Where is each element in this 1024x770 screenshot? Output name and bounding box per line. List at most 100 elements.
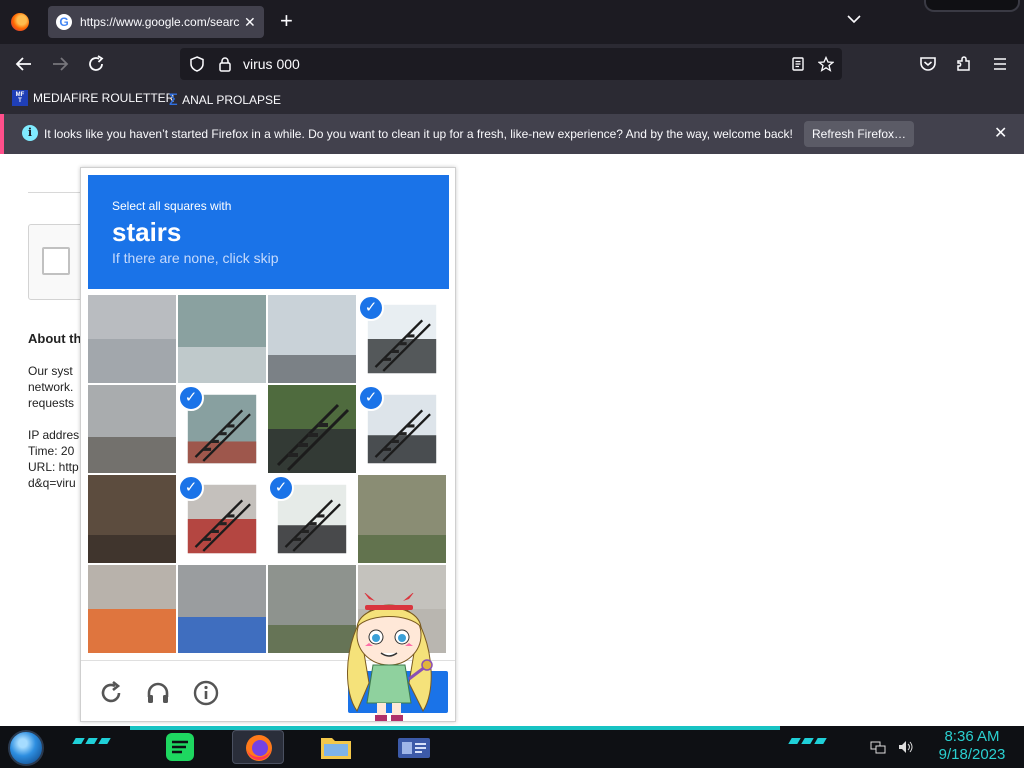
challenge-header: Select all squares with stairs If there … (88, 175, 449, 289)
taskbar-app[interactable] (232, 730, 284, 764)
firefox-icon (246, 735, 272, 761)
taskbar-app[interactable] (310, 730, 362, 764)
captcha-tile[interactable] (88, 385, 176, 473)
recaptcha-widget (28, 224, 88, 300)
bookmarks-toolbar: MF T MEDIAFIRE ROULETTER Σ ANAL PROLAPSE (0, 84, 1024, 114)
firefox-icon[interactable] (11, 13, 29, 31)
tile-image (88, 295, 176, 383)
recaptcha-checkbox[interactable] (42, 247, 70, 275)
body-line: requests (28, 396, 75, 410)
tile-image (88, 475, 176, 563)
bookmark-label: ANAL PROLAPSE (182, 92, 282, 107)
hamburger-menu-icon[interactable] (990, 54, 1010, 74)
tile-image (358, 475, 446, 563)
file-explorer-icon (321, 738, 351, 759)
refresh-notification-bar: i It looks like you haven’t started Fire… (0, 114, 1024, 154)
taskbar-decoration (72, 738, 111, 744)
url-bar[interactable]: virus 000 (180, 48, 842, 80)
star-butterfly-sticker (347, 593, 433, 721)
id-card-icon (398, 738, 430, 758)
tab-strip: G https://www.google.com/search? ✕ + (0, 0, 1024, 44)
about-heading: About th (28, 331, 82, 346)
checkmark-icon: ✓ (358, 385, 384, 411)
new-tab-icon[interactable]: + (280, 9, 293, 33)
forward-arrow-icon[interactable] (50, 54, 70, 74)
refresh-firefox-button[interactable]: Refresh Firefox… (804, 121, 914, 147)
lock-icon[interactable] (217, 56, 233, 72)
window-decoration (924, 0, 1020, 12)
body-line: URL: http (28, 460, 79, 474)
body-line: network. (28, 380, 74, 394)
captcha-tile[interactable] (178, 295, 266, 383)
tile-image (178, 295, 266, 383)
captcha-tile[interactable]: ✓ (358, 295, 446, 383)
spotify-icon (166, 733, 194, 761)
tab-title: https://www.google.com/search? (80, 15, 240, 29)
tile-image (268, 385, 356, 473)
bookmark-star-icon[interactable] (818, 56, 834, 72)
page-body-text: Our syst network. requests IP addres Tim… (28, 363, 79, 491)
google-favicon-icon: G (56, 14, 72, 30)
skip-hint: If there are none, click skip (112, 250, 279, 266)
back-arrow-icon[interactable] (14, 54, 34, 74)
reload-icon[interactable] (97, 679, 125, 707)
taskbar: 8:36 AM 9/18/2023 (0, 726, 1024, 768)
shield-icon[interactable] (189, 56, 205, 72)
volume-icon[interactable] (898, 740, 914, 754)
sigma-icon: Σ (168, 90, 179, 109)
body-line: IP addres (28, 428, 80, 442)
system-tray (870, 740, 914, 754)
bookmark-label: MEDIAFIRE ROULETTER (33, 91, 175, 105)
mediafire-icon: MF T (12, 90, 28, 106)
tile-image (88, 385, 176, 473)
captcha-tile[interactable]: ✓ (268, 475, 356, 563)
checkmark-icon: ✓ (178, 475, 204, 501)
bookmark-mediafire[interactable]: MF T MEDIAFIRE ROULETTER (12, 90, 174, 106)
divider (28, 192, 88, 193)
checkmark-icon: ✓ (268, 475, 294, 501)
target-object: stairs (112, 217, 182, 247)
headphones-icon[interactable] (144, 679, 172, 707)
instruction-text: Select all squares with (112, 199, 232, 213)
tile-image (178, 565, 266, 653)
taskbar-app[interactable] (388, 730, 440, 764)
captcha-tile[interactable]: ✓ (358, 385, 446, 473)
pocket-icon[interactable] (918, 54, 938, 74)
checkmark-icon: ✓ (178, 385, 204, 411)
tile-image (268, 295, 356, 383)
captcha-tile[interactable] (358, 475, 446, 563)
reader-view-icon[interactable] (790, 56, 806, 72)
captcha-tile[interactable] (88, 295, 176, 383)
captcha-tile[interactable]: ✓ (178, 385, 266, 473)
body-line: Our syst (28, 364, 73, 378)
taskbar-decoration (788, 738, 827, 744)
info-icon: i (22, 125, 38, 141)
browser-tab[interactable]: G https://www.google.com/search? ✕ (48, 6, 264, 38)
url-input[interactable]: virus 000 (243, 56, 300, 72)
captcha-tile[interactable] (178, 565, 266, 653)
start-button[interactable] (8, 730, 44, 766)
navigation-toolbar: virus 000 (0, 44, 1024, 84)
network-icon[interactable] (870, 740, 886, 754)
close-icon[interactable]: ✕ (994, 123, 1007, 143)
captcha-tile[interactable] (88, 475, 176, 563)
clock[interactable]: 8:36 AM 9/18/2023 (930, 728, 1014, 764)
body-line (28, 411, 79, 427)
reload-icon[interactable] (86, 54, 106, 74)
tile-image (88, 565, 176, 653)
info-icon[interactable] (192, 679, 220, 707)
captcha-tile[interactable] (268, 385, 356, 473)
body-line: d&q=viru (28, 476, 76, 490)
captcha-tile[interactable] (268, 295, 356, 383)
taskbar-accent (130, 726, 780, 730)
clock-date: 9/18/2023 (938, 746, 1006, 763)
clock-time: 8:36 AM (944, 728, 1000, 745)
taskbar-app[interactable] (154, 730, 206, 764)
body-line: Time: 20 (28, 444, 75, 458)
tab-close-icon[interactable]: ✕ (244, 14, 256, 31)
extensions-puzzle-icon[interactable] (954, 54, 974, 74)
captcha-tile[interactable] (88, 565, 176, 653)
captcha-tile[interactable]: ✓ (178, 475, 266, 563)
bookmark-second[interactable]: Σ ANAL PROLAPSE (168, 90, 281, 109)
chevron-down-icon[interactable] (846, 11, 862, 27)
